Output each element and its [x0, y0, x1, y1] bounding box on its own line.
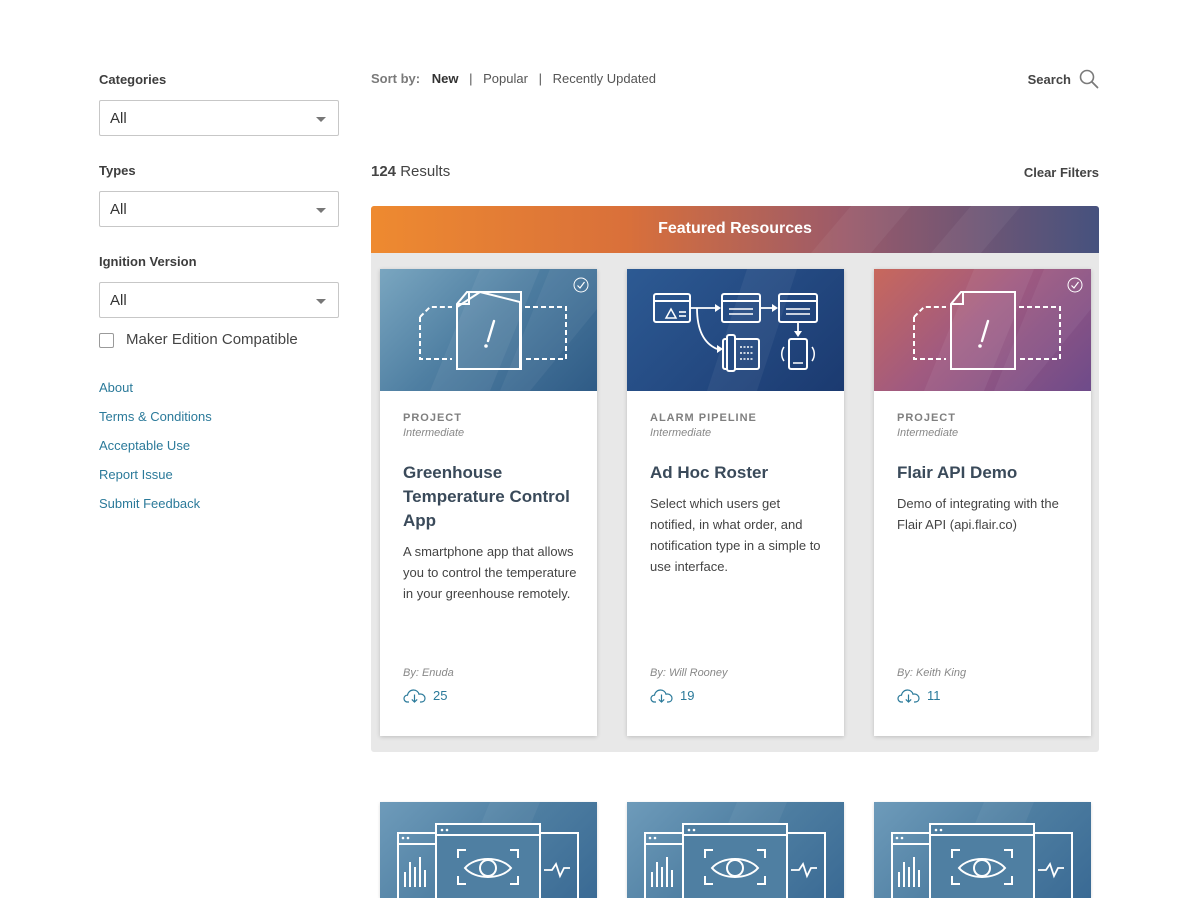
card-description: Select which users get notified, in what…: [650, 496, 821, 574]
acceptable-use-link[interactable]: Acceptable Use: [99, 437, 212, 466]
cloud-download-icon: [650, 689, 673, 703]
clear-filters-button[interactable]: Clear Filters: [1024, 165, 1099, 180]
card-title[interactable]: Ad Hoc Roster: [650, 461, 826, 485]
chevron-down-icon: [316, 117, 326, 122]
sort-popular[interactable]: Popular: [483, 71, 528, 86]
cloud-download-icon: [403, 689, 426, 703]
project-file-icon: [913, 269, 1091, 391]
download-count: 19: [680, 688, 695, 703]
search-label: Search: [1027, 71, 1071, 87]
card-level: Intermediate: [403, 427, 465, 439]
resource-card-thumbnail[interactable]: [627, 802, 844, 898]
separator: |: [538, 71, 542, 86]
project-file-icon: [419, 269, 597, 391]
categories-select[interactable]: All: [99, 100, 339, 136]
card-downloads: 11: [897, 688, 941, 703]
download-count: 25: [433, 688, 448, 703]
featured-resources: Featured Resources PROJECT Intermediate …: [371, 206, 1099, 752]
search-icon: [1079, 69, 1099, 89]
card-thumbnail: [380, 269, 597, 391]
maker-edition-label: Maker Edition Compatible: [126, 331, 298, 348]
alarm-pipeline-icon: [653, 269, 818, 391]
card-level: Intermediate: [897, 427, 959, 439]
cloud-download-icon: [897, 689, 920, 703]
resource-card-thumbnail[interactable]: [874, 802, 1091, 898]
submit-feedback-link[interactable]: Submit Feedback: [99, 495, 212, 524]
results-number: 124: [371, 163, 397, 180]
card-author: By: Keith King: [897, 667, 967, 679]
card-title[interactable]: Flair API Demo: [897, 461, 1073, 485]
card-type: ALARM PIPELINE: [650, 412, 757, 424]
dashboard-eye-icon: [644, 802, 826, 898]
terms-link[interactable]: Terms & Conditions: [99, 408, 212, 437]
chevron-down-icon: [316, 208, 326, 213]
report-issue-link[interactable]: Report Issue: [99, 466, 212, 495]
results-count: 124 Results: [371, 163, 450, 180]
sort-recently-updated[interactable]: Recently Updated: [553, 71, 656, 86]
card-downloads: 25: [403, 688, 447, 703]
download-count: 11: [927, 688, 941, 703]
dashboard-eye-icon: [397, 802, 579, 898]
card-description: Demo of integrating with the Flair API (…: [897, 496, 1059, 532]
featured-title: Featured Resources: [658, 220, 812, 237]
resource-card-thumbnail[interactable]: [380, 802, 597, 898]
types-value: All: [110, 201, 127, 218]
resource-card[interactable]: PROJECT Intermediate Greenhouse Temperat…: [380, 269, 597, 736]
sort-new[interactable]: New: [432, 71, 459, 86]
card-type: PROJECT: [403, 412, 462, 424]
featured-header: Featured Resources: [371, 206, 1099, 253]
card-thumbnail: [874, 269, 1091, 391]
card-author: By: Enuda: [403, 667, 454, 679]
ignition-version-select[interactable]: All: [99, 282, 339, 318]
card-author: By: Will Rooney: [650, 667, 728, 679]
ignition-version-value: All: [110, 292, 127, 309]
card-description: A smartphone app that allows you to cont…: [403, 544, 577, 601]
card-downloads: 19: [650, 688, 694, 703]
about-link[interactable]: About: [99, 379, 212, 408]
resource-card[interactable]: PROJECT Intermediate Flair API Demo Demo…: [874, 269, 1091, 736]
separator: |: [469, 71, 473, 86]
verified-check-icon: [1067, 277, 1083, 293]
resource-card[interactable]: ALARM PIPELINE Intermediate Ad Hoc Roste…: [627, 269, 844, 736]
sort-bar: Sort by: New | Popular | Recently Update…: [371, 71, 656, 86]
card-type: PROJECT: [897, 412, 956, 424]
dashboard-eye-icon: [891, 802, 1073, 898]
chevron-down-icon: [316, 299, 326, 304]
results-label: Results: [400, 163, 451, 180]
card-level: Intermediate: [650, 427, 712, 439]
sort-label: Sort by:: [371, 71, 421, 86]
ignition-version-label: Ignition Version: [99, 254, 197, 269]
maker-edition-checkbox[interactable]: [99, 333, 114, 348]
search-button[interactable]: Search: [1028, 69, 1099, 89]
card-title[interactable]: Greenhouse Temperature Control App: [403, 461, 579, 533]
types-label: Types: [99, 163, 136, 178]
verified-check-icon: [573, 277, 589, 293]
categories-value: All: [110, 110, 127, 127]
categories-label: Categories: [99, 72, 167, 87]
card-thumbnail: [627, 269, 844, 391]
types-select[interactable]: All: [99, 191, 339, 227]
sidebar-links: About Terms & Conditions Acceptable Use …: [99, 379, 212, 524]
